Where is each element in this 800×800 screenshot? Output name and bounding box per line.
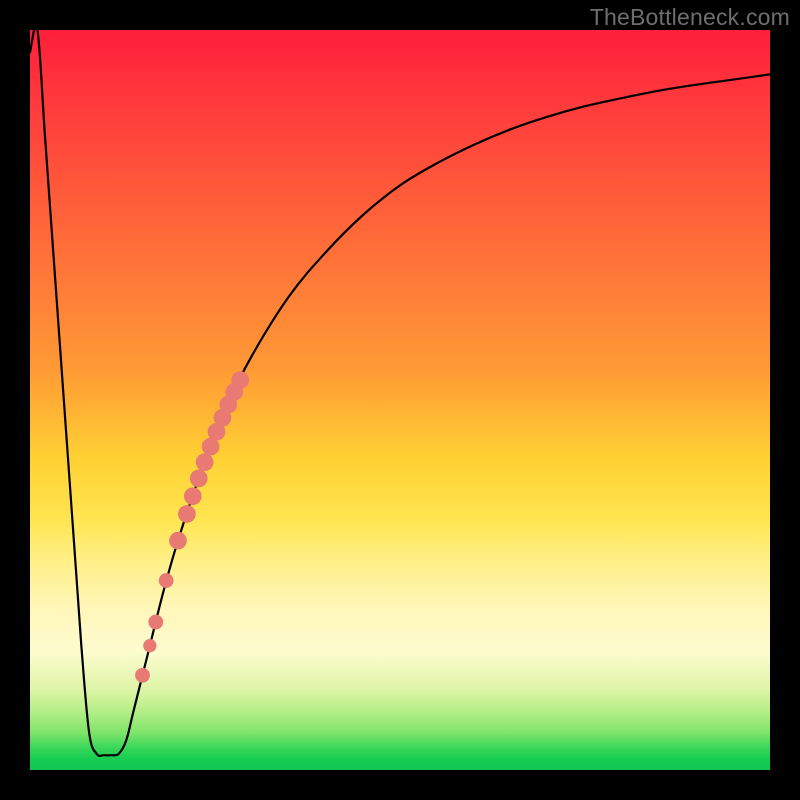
highlight-dot bbox=[178, 505, 196, 523]
highlight-dot bbox=[190, 470, 208, 488]
highlight-dot bbox=[196, 453, 214, 471]
highlight-dot bbox=[169, 532, 187, 550]
highlight-dot bbox=[184, 487, 202, 505]
bottleneck-chart-svg bbox=[30, 30, 770, 770]
highlight-dot bbox=[159, 573, 174, 588]
highlight-dot bbox=[231, 371, 249, 389]
highlight-dot bbox=[143, 639, 156, 652]
chart-frame: TheBottleneck.com bbox=[0, 0, 800, 800]
highlight-dot bbox=[148, 615, 163, 630]
highlight-dot bbox=[135, 668, 150, 683]
bottleneck-curve bbox=[30, 30, 770, 756]
plot-area bbox=[30, 30, 770, 770]
watermark-label: TheBottleneck.com bbox=[590, 4, 790, 31]
